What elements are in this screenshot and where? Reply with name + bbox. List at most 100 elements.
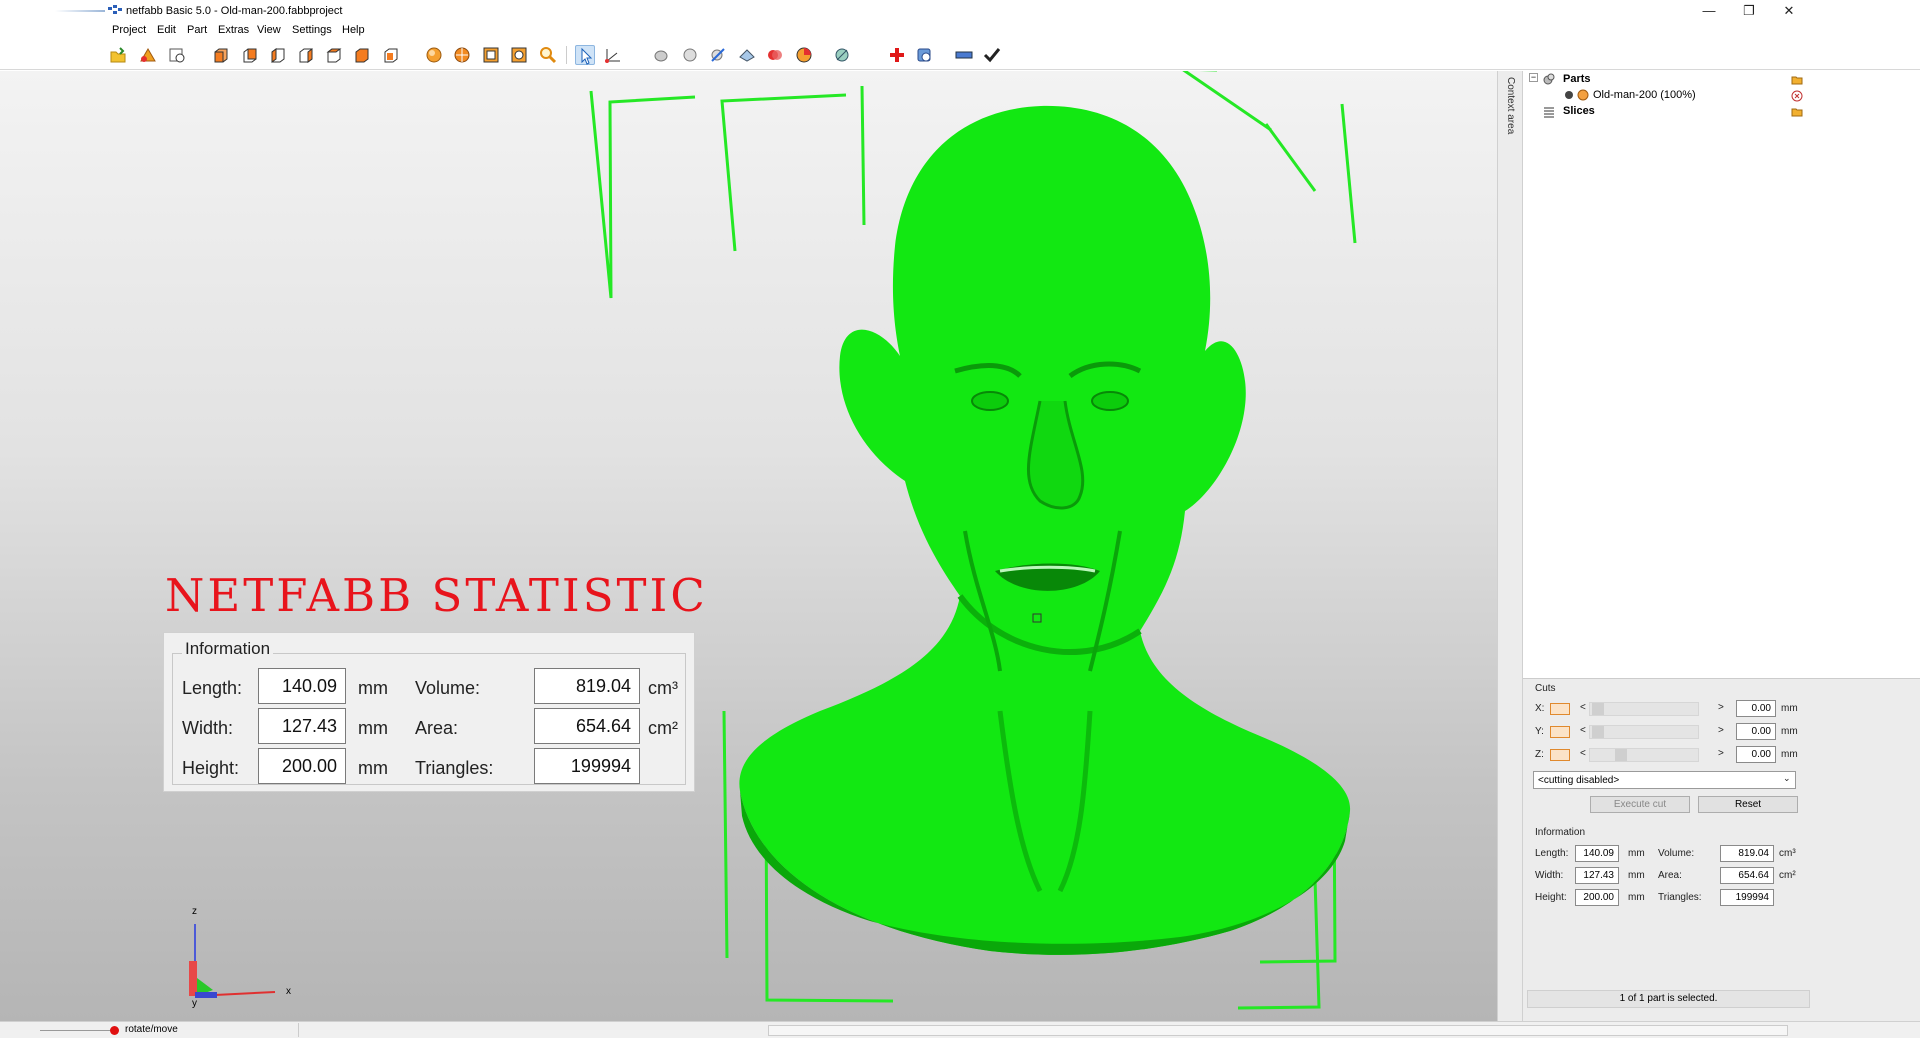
cut-x-slider-thumb[interactable]	[1592, 703, 1604, 715]
zoom-parts-icon[interactable]	[509, 45, 529, 65]
zoom-icon[interactable]	[538, 45, 558, 65]
overlay-length-label: Length:	[182, 678, 243, 698]
measure-icon[interactable]	[603, 45, 623, 65]
info-height-value: 200.00	[1575, 889, 1619, 906]
viewpoint-icon[interactable]	[832, 45, 852, 65]
view-iso-icon[interactable]	[381, 45, 401, 65]
menu-help[interactable]: Help	[342, 24, 365, 36]
orbit-icon[interactable]	[915, 45, 935, 65]
info-area-unit: cm²	[1779, 870, 1796, 881]
rotate-icon[interactable]	[424, 45, 444, 65]
axis-gizmo: z x y	[180, 906, 300, 1016]
3d-viewport[interactable]: NETFABB STATISTIC Information Length: Wi…	[0, 71, 1497, 1021]
status-separator	[298, 1023, 299, 1037]
toolbar	[0, 40, 1920, 70]
cut-z-left-arrow[interactable]: <	[1580, 748, 1586, 759]
sphere-icon[interactable]	[452, 45, 472, 65]
remove-part-icon[interactable]	[1791, 90, 1803, 102]
view-front-icon[interactable]	[211, 45, 231, 65]
cut-y-label: Y:	[1535, 726, 1544, 737]
cut-z-unit: mm	[1781, 749, 1798, 760]
cut-z-slider[interactable]	[1589, 748, 1699, 762]
cut-y-slider-thumb[interactable]	[1592, 726, 1604, 738]
paint-icon[interactable]	[737, 45, 757, 65]
view-right-icon[interactable]	[296, 45, 316, 65]
project-tree: − Parts Old-man-200 (100%) Slices	[1523, 71, 1920, 679]
add-part-icon[interactable]	[138, 45, 158, 65]
menu-extras[interactable]: Extras	[218, 24, 249, 36]
shading-icon[interactable]	[651, 45, 671, 65]
menu-view[interactable]: View	[257, 24, 281, 36]
overlay-volume-value: 819.04	[534, 668, 640, 704]
overlay-legend: Information	[182, 639, 274, 659]
folder-add-icon[interactable]	[1791, 74, 1803, 86]
cut-x-slider[interactable]	[1589, 702, 1699, 716]
tree-slices-label[interactable]: Slices	[1563, 103, 1595, 119]
reset-button[interactable]: Reset	[1698, 796, 1798, 813]
overlay-width-label: Width:	[182, 718, 234, 738]
color-icon[interactable]	[765, 45, 785, 65]
overlay-area-label: Area:	[415, 718, 459, 738]
pie-icon[interactable]	[794, 45, 814, 65]
cut-y-left-arrow[interactable]: <	[1580, 725, 1586, 736]
overlay-area-unit: cm²	[648, 718, 678, 738]
cuts-panel: Cuts X: < > 0.00 mm Y: < > 0.00 mm Z: < …	[1523, 683, 1920, 823]
zoom-box-icon[interactable]	[481, 45, 501, 65]
context-area-label: Context area	[1505, 77, 1516, 135]
cut-x-color[interactable]	[1550, 703, 1570, 715]
title-bar: netfabb Basic 5.0 - Old-man-200.fabbproj…	[0, 0, 1920, 22]
slices-folder-icon[interactable]	[1791, 106, 1803, 118]
cut-mode-dropdown[interactable]: <cutting disabled>	[1533, 771, 1796, 789]
menu-project[interactable]: Project	[112, 24, 146, 36]
execute-cut-button[interactable]: Execute cut	[1590, 796, 1690, 813]
view-bottom-icon[interactable]	[352, 45, 372, 65]
overlay-volume-unit: cm³	[648, 678, 678, 698]
info-width-unit: mm	[1628, 870, 1645, 881]
overlay-length-value: 140.09	[258, 668, 346, 704]
scene-canvas	[589, 71, 1357, 1010]
sphere-view-icon[interactable]	[680, 45, 700, 65]
chevron-down-icon[interactable]: ⌄	[1783, 773, 1791, 784]
close-button[interactable]: ✕	[1766, 0, 1812, 22]
status-mode-text: rotate/move	[125, 1024, 178, 1035]
view-top-icon[interactable]	[324, 45, 344, 65]
menu-bar: Project Edit Part Extras View Settings H…	[0, 22, 1920, 40]
old-man-bust-model	[739, 105, 1351, 955]
status-bar: rotate/move	[0, 1021, 1920, 1038]
cut-icon[interactable]	[708, 45, 728, 65]
info-width-label: Width:	[1535, 870, 1564, 881]
cut-x-unit: mm	[1781, 703, 1798, 714]
view-left-icon[interactable]	[268, 45, 288, 65]
tree-parts-label[interactable]: Parts	[1563, 71, 1591, 87]
menu-edit[interactable]: Edit	[157, 24, 176, 36]
repair-icon[interactable]	[887, 45, 907, 65]
cut-z-right-arrow[interactable]: >	[1718, 748, 1724, 759]
cut-z-input[interactable]: 0.00	[1736, 746, 1776, 763]
cut-z-color[interactable]	[1550, 749, 1570, 761]
slices-icon	[1544, 107, 1554, 118]
settings-icon[interactable]	[167, 45, 187, 65]
info-length-value: 140.09	[1575, 845, 1619, 862]
cut-y-color[interactable]	[1550, 726, 1570, 738]
ruler-icon[interactable]	[954, 45, 974, 65]
cut-x-left-arrow[interactable]: <	[1580, 702, 1586, 713]
tree-collapse-icon[interactable]: −	[1529, 73, 1538, 82]
cut-y-right-arrow[interactable]: >	[1718, 725, 1724, 736]
tree-part-name[interactable]: Old-man-200 (100%)	[1593, 87, 1696, 103]
cut-x-input[interactable]: 0.00	[1736, 700, 1776, 717]
overlay-volume-label: Volume:	[415, 678, 481, 698]
open-icon[interactable]	[108, 45, 128, 65]
menu-part[interactable]: Part	[187, 24, 207, 36]
apply-icon[interactable]	[982, 45, 1002, 65]
menu-settings[interactable]: Settings	[292, 24, 332, 36]
cut-y-slider[interactable]	[1589, 725, 1699, 739]
info-volume-unit: cm³	[1779, 848, 1796, 859]
title-decoration	[55, 10, 105, 12]
view-back-icon[interactable]	[240, 45, 260, 65]
cut-z-slider-thumb[interactable]	[1615, 749, 1627, 761]
context-area-tab[interactable]: Context area	[1497, 71, 1523, 1021]
cut-y-input[interactable]: 0.00	[1736, 723, 1776, 740]
axis-x-label: x	[286, 986, 291, 997]
cut-x-right-arrow[interactable]: >	[1718, 702, 1724, 713]
select-icon[interactable]	[575, 45, 595, 65]
